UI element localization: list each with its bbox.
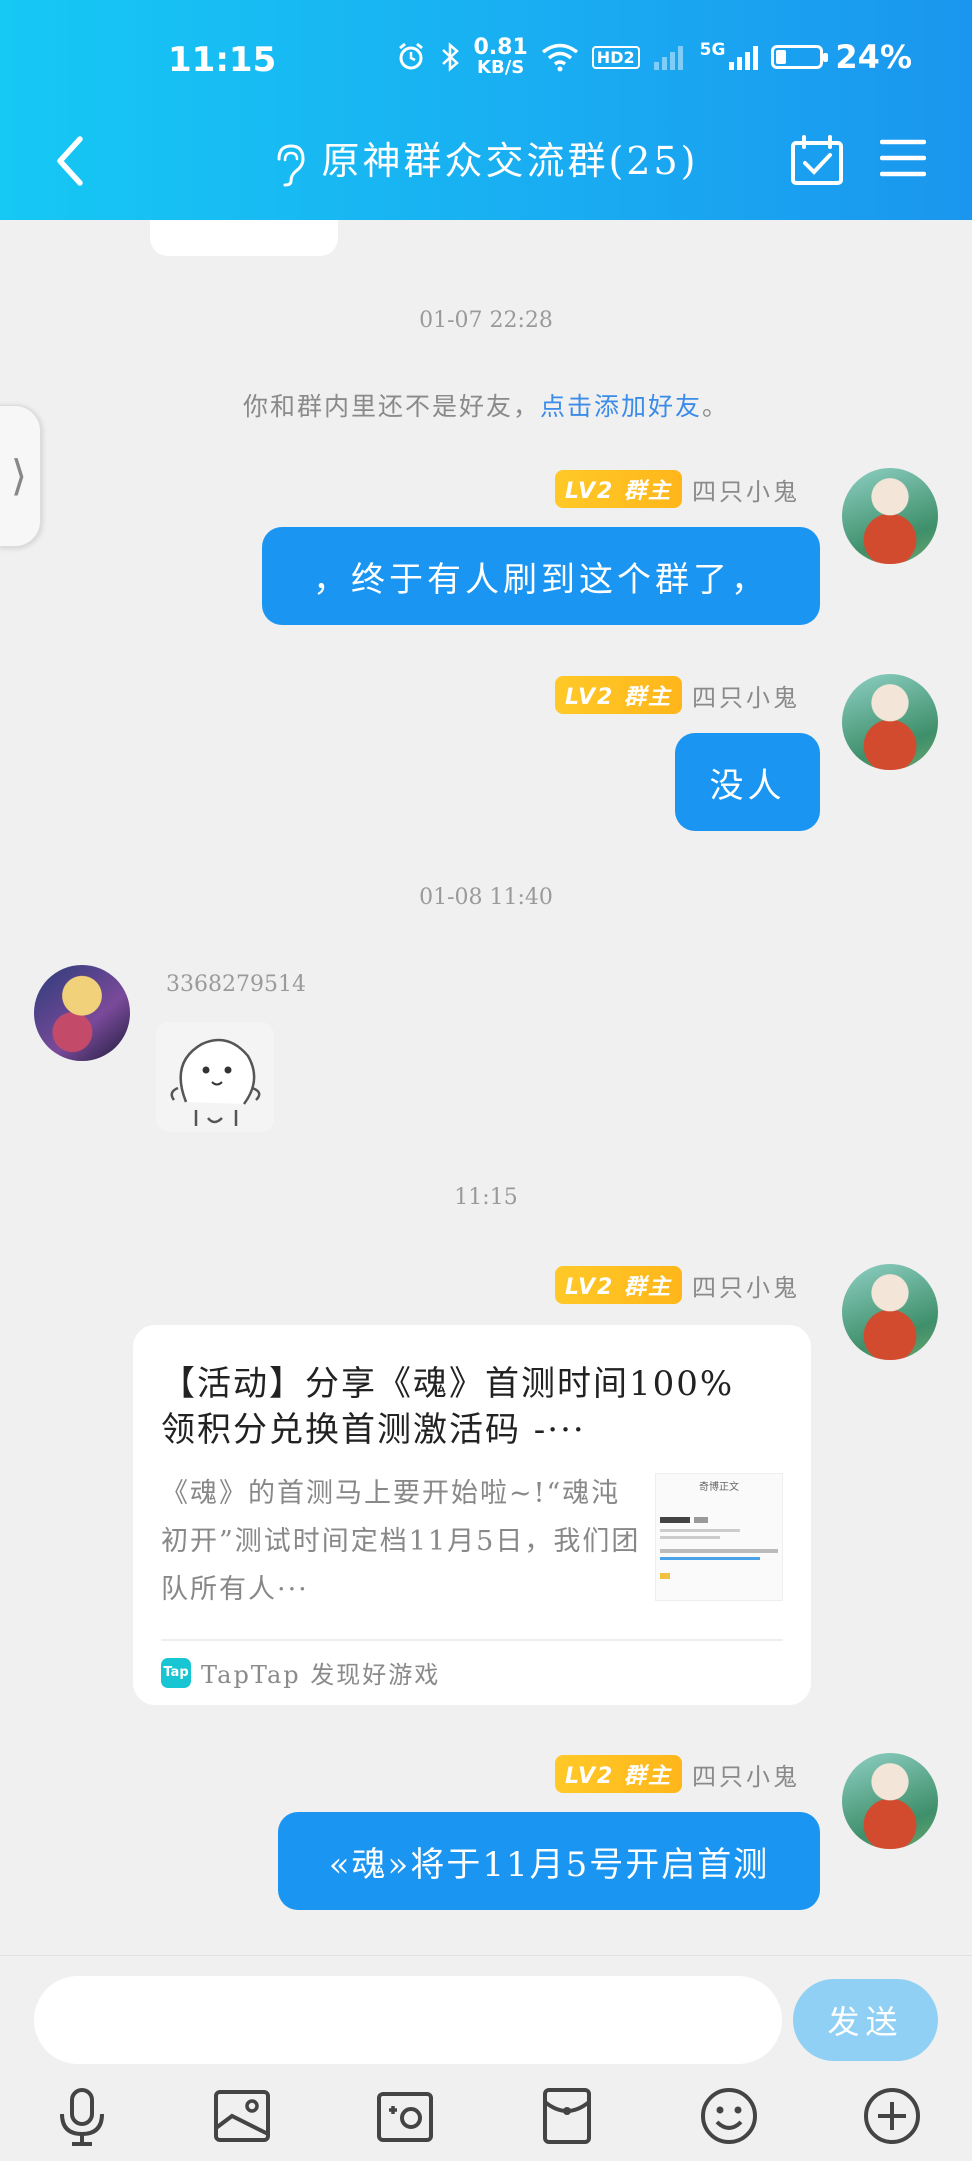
thumbnail-preview	[660, 1517, 778, 1579]
bluetooth-icon	[441, 42, 459, 72]
level-badge: LV2 群主	[555, 676, 682, 714]
sender-name[interactable]: 四只小鬼	[692, 678, 800, 713]
sender-meta: LV2 群主 四只小鬼	[555, 676, 800, 714]
avatar[interactable]	[842, 1264, 938, 1360]
share-card-description: 《魂》的首测马上要开始啦~!“魂沌初开”测试时间定档11月5日，我们团队所有人·…	[161, 1478, 641, 1605]
signal-label: 5G	[699, 40, 726, 60]
message-bubble[interactable]: ，终于有人刷到这个群了，	[262, 527, 820, 625]
message-bubble[interactable]: «魂»将于11月5号开启首测	[278, 1812, 820, 1910]
input-bar: 发送	[0, 1955, 972, 2161]
sender-name[interactable]: 四只小鬼	[692, 1268, 800, 1303]
share-card[interactable]: 【活动】分享《魂》首测时间100%领积分兑换首测激活码 -··· 《魂》的首测马…	[133, 1325, 811, 1705]
net-speed: 0.81 KB/S	[473, 35, 528, 78]
level-badge: LV2 群主	[555, 470, 682, 508]
chat-title-text: 原神群众交流群(25)	[321, 139, 699, 183]
emoji-button[interactable]	[697, 2084, 761, 2148]
share-card-source-text: TapTap 发现好游戏	[201, 1661, 441, 1689]
emoji-icon	[701, 2088, 757, 2144]
hd-badge: HD2	[591, 45, 640, 69]
battery-percent: 24%	[835, 38, 912, 76]
microphone-icon	[60, 2088, 104, 2146]
avatar[interactable]	[842, 468, 938, 564]
level-badge: LV2 群主	[555, 1755, 682, 1793]
sender-name[interactable]: 3368279514	[166, 972, 306, 997]
timestamp: 01-08 11:40	[419, 885, 553, 910]
red-packet-button[interactable]	[535, 2084, 599, 2148]
image-icon	[214, 2090, 270, 2142]
avatar[interactable]	[842, 674, 938, 770]
more-button[interactable]	[860, 2084, 924, 2148]
chat-area[interactable]: 01-07 22:28 你和群内里还不是好友，点击添加好友。 ⟩ LV2 群主 …	[0, 220, 972, 1955]
timestamp: 01-07 22:28	[419, 308, 553, 333]
sender-name[interactable]: 四只小鬼	[692, 1757, 800, 1792]
status-time: 11:15	[168, 40, 277, 80]
alarm-icon	[398, 42, 423, 70]
header: 11:15 0.81 KB/S HD2 5G 24% 原神群众交流群(25)	[0, 0, 972, 220]
camera-icon	[377, 2092, 433, 2142]
battery-icon	[771, 45, 829, 69]
avatar[interactable]	[34, 965, 130, 1061]
level-badge: LV2 群主	[555, 1266, 682, 1304]
plus-icon	[864, 2088, 920, 2144]
share-card-title: 【活动】分享《魂》首测时间100%领积分兑换首测激活码 -···	[161, 1364, 735, 1450]
red-packet-icon	[543, 2088, 591, 2144]
status-icons: 0.81 KB/S HD2 5G 24%	[396, 35, 912, 78]
sender-meta: LV2 群主 四只小鬼	[555, 1266, 800, 1304]
sender-meta: LV2 群主 四只小鬼	[555, 470, 800, 508]
sticker-drawing	[156, 1022, 274, 1132]
voice-button[interactable]	[50, 2084, 114, 2148]
send-button[interactable]: 发送	[793, 1979, 938, 2061]
signal-icon	[729, 46, 759, 70]
sticker-image[interactable]	[156, 1022, 274, 1132]
share-card-thumbnail: 奇博正文	[655, 1473, 783, 1601]
wifi-icon	[541, 43, 578, 72]
menu-icon[interactable]	[880, 138, 926, 178]
calendar-check-icon[interactable]	[790, 135, 844, 185]
taptap-logo-icon: Tap	[161, 1657, 191, 1688]
add-friend-link[interactable]: 点击添加好友	[540, 392, 702, 421]
share-card-divider	[161, 1639, 783, 1641]
image-button[interactable]	[210, 2084, 274, 2148]
message-bubble-partial[interactable]	[150, 220, 338, 256]
signal-empty-icon	[653, 46, 683, 70]
message-input[interactable]	[34, 1976, 782, 2064]
sender-meta: LV2 群主 四只小鬼	[555, 1755, 800, 1793]
side-drawer-handle[interactable]: ⟩	[0, 405, 41, 547]
thumbnail-title: 奇博正文	[699, 1482, 739, 1493]
system-notice: 你和群内里还不是好友，点击添加好友。	[242, 392, 730, 421]
camera-button[interactable]	[373, 2084, 437, 2148]
timestamp: 11:15	[454, 1185, 518, 1210]
message-bubble[interactable]: 没人	[675, 733, 820, 831]
share-card-source: Tap TapTap 发现好游戏	[161, 1655, 440, 1690]
ear-icon	[277, 143, 305, 186]
sender-name[interactable]: 四只小鬼	[692, 472, 800, 507]
avatar[interactable]	[842, 1753, 938, 1849]
